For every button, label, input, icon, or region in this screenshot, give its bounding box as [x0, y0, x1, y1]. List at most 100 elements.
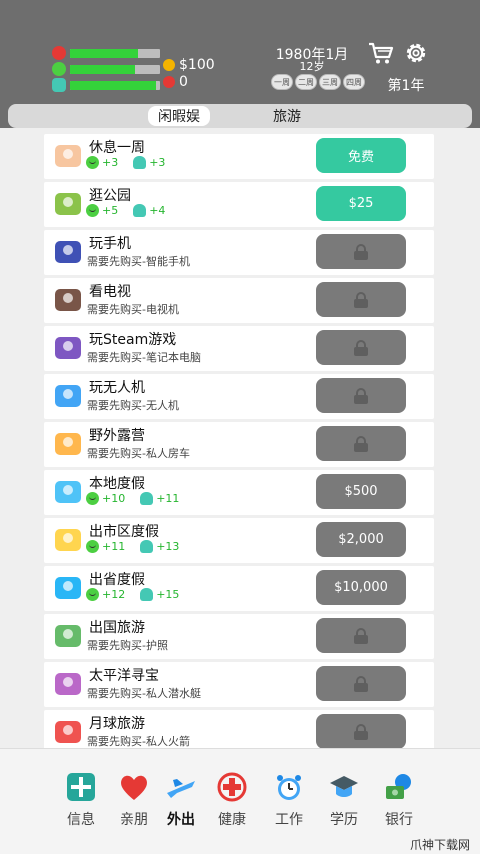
- smarts-bonus: +13: [156, 540, 180, 553]
- watermark: 爪神下载网: [410, 838, 471, 852]
- activity-row: 看电视 需要先购买-电视机: [44, 278, 434, 323]
- cart-icon[interactable]: [368, 40, 394, 66]
- happiness-bonus: +10: [102, 492, 126, 505]
- happy-face-icon: [86, 588, 99, 601]
- tab-leisure[interactable]: 闲暇娱: [148, 106, 210, 126]
- activity-row: 出国旅游 需要先购买-护照: [44, 614, 434, 659]
- lock-body: [354, 634, 368, 644]
- karma-display: 0: [163, 74, 188, 90]
- smarts-bar-fill: [70, 80, 157, 90]
- activity-title: 玩无人机: [89, 380, 145, 396]
- locked-button[interactable]: [316, 714, 406, 749]
- nav-item[interactable]: 学历: [318, 771, 370, 829]
- health-bar-fill: [70, 48, 139, 58]
- lock-icon: [354, 243, 368, 260]
- activity-title: 本地度假: [89, 476, 145, 492]
- head-icon: [52, 78, 66, 92]
- locked-button[interactable]: [316, 234, 406, 269]
- activity-row: 出市区度假 +11 +13 $2,000: [44, 518, 434, 563]
- activity-requirement: 需要先购买-私人火箭: [87, 735, 190, 748]
- happiness-bar-fill: [70, 64, 135, 74]
- lock-icon: [354, 723, 368, 740]
- activity-illustration-icon: [50, 234, 86, 270]
- activity-illustration-icon: [50, 330, 86, 366]
- nav-label: 工作: [275, 812, 303, 828]
- activity-title: 逛公园: [89, 188, 131, 204]
- activity-button[interactable]: $25: [316, 186, 406, 221]
- week-1[interactable]: 一周: [271, 74, 293, 90]
- activity-title: 出市区度假: [89, 524, 159, 540]
- activity-button[interactable]: $10,000: [316, 570, 406, 605]
- bank-money-icon: [386, 774, 411, 799]
- activity-bonus: +10 +11: [86, 492, 179, 505]
- info-icon: [67, 773, 95, 801]
- face-icon: [52, 62, 66, 76]
- locked-button[interactable]: [316, 666, 406, 701]
- activity-illustration-icon: [50, 522, 86, 558]
- happy-face-icon: [86, 204, 99, 217]
- nav-label: 健康: [218, 812, 246, 828]
- happy-face-icon: [86, 492, 99, 505]
- brain-head-icon: [133, 204, 147, 217]
- smarts-stat: [52, 78, 160, 92]
- nav-item[interactable]: 健康: [206, 771, 258, 829]
- activity-requirement: 需要先购买-笔记本电脑: [87, 351, 201, 364]
- happiness-bonus: +5: [102, 204, 119, 217]
- activity-row: 本地度假 +10 +11 $500: [44, 470, 434, 515]
- nav-item[interactable]: 外出: [155, 771, 207, 829]
- activity-requirement: 需要先购买-护照: [87, 639, 168, 652]
- lock-icon: [354, 339, 368, 356]
- brain-head-icon: [140, 540, 154, 553]
- smarts-bonus: +15: [156, 588, 180, 601]
- activity-button[interactable]: $2,000: [316, 522, 406, 557]
- locked-button[interactable]: [316, 282, 406, 317]
- activity-requirement: 需要先购买-无人机: [87, 399, 179, 412]
- brain-head-icon: [140, 588, 154, 601]
- happiness-bonus: +3: [102, 156, 119, 169]
- heart-icon: [52, 46, 66, 60]
- activity-illustration-icon: [50, 618, 86, 654]
- tab-travel[interactable]: 旅游: [261, 106, 313, 126]
- gear-icon[interactable]: [403, 40, 429, 66]
- week-4[interactable]: 四周: [343, 74, 365, 90]
- activity-illustration-icon: [50, 666, 86, 702]
- activity-row: 逛公园 +5 +4 $25: [44, 182, 434, 227]
- week-3[interactable]: 三周: [319, 74, 341, 90]
- activity-row: 休息一周 +3 +3 免费: [44, 134, 434, 179]
- activity-button[interactable]: 免费: [316, 138, 406, 173]
- week-2[interactable]: 二周: [295, 74, 317, 90]
- lock-icon: [354, 675, 368, 692]
- activity-title: 月球旅游: [89, 716, 145, 732]
- smarts-bonus: +4: [149, 204, 166, 217]
- activity-illustration-icon: [50, 282, 86, 318]
- activity-illustration-icon: [50, 138, 86, 174]
- karma-heart-icon: [163, 76, 175, 88]
- activity-title: 太平洋寻宝: [89, 668, 159, 684]
- lock-icon: [354, 387, 368, 404]
- locked-button[interactable]: [316, 378, 406, 413]
- activity-bonus: +11 +13: [86, 540, 179, 553]
- heart-icon: [121, 775, 147, 800]
- activity-illustration-icon: [50, 570, 86, 606]
- locked-button[interactable]: [316, 426, 406, 461]
- brain-head-icon: [140, 492, 154, 505]
- activity-title: 休息一周: [89, 140, 145, 156]
- activity-title: 野外露营: [89, 428, 145, 444]
- activity-illustration-icon: [50, 714, 86, 750]
- activity-row: 玩Steam游戏需要先购买-笔记本电脑: [44, 326, 434, 371]
- locked-button[interactable]: [316, 618, 406, 653]
- locked-button[interactable]: [316, 330, 406, 365]
- nav-label: 信息: [67, 812, 95, 828]
- nav-item[interactable]: 信息: [55, 771, 107, 829]
- nav-item[interactable]: 亲朋: [108, 771, 160, 829]
- money-display: $100: [163, 57, 215, 73]
- nav-item[interactable]: 工作: [263, 771, 315, 829]
- activity-title: 出省度假: [89, 572, 145, 588]
- activity-requirement: 需要先购买-私人房车: [87, 447, 190, 460]
- activity-button[interactable]: $500: [316, 474, 406, 509]
- nav-item[interactable]: 银行: [373, 771, 425, 829]
- activity-title: 玩Steam游戏: [89, 332, 177, 348]
- smarts-bonus: +11: [156, 492, 180, 505]
- karma-value: 0: [179, 74, 188, 90]
- lock-body: [354, 250, 368, 260]
